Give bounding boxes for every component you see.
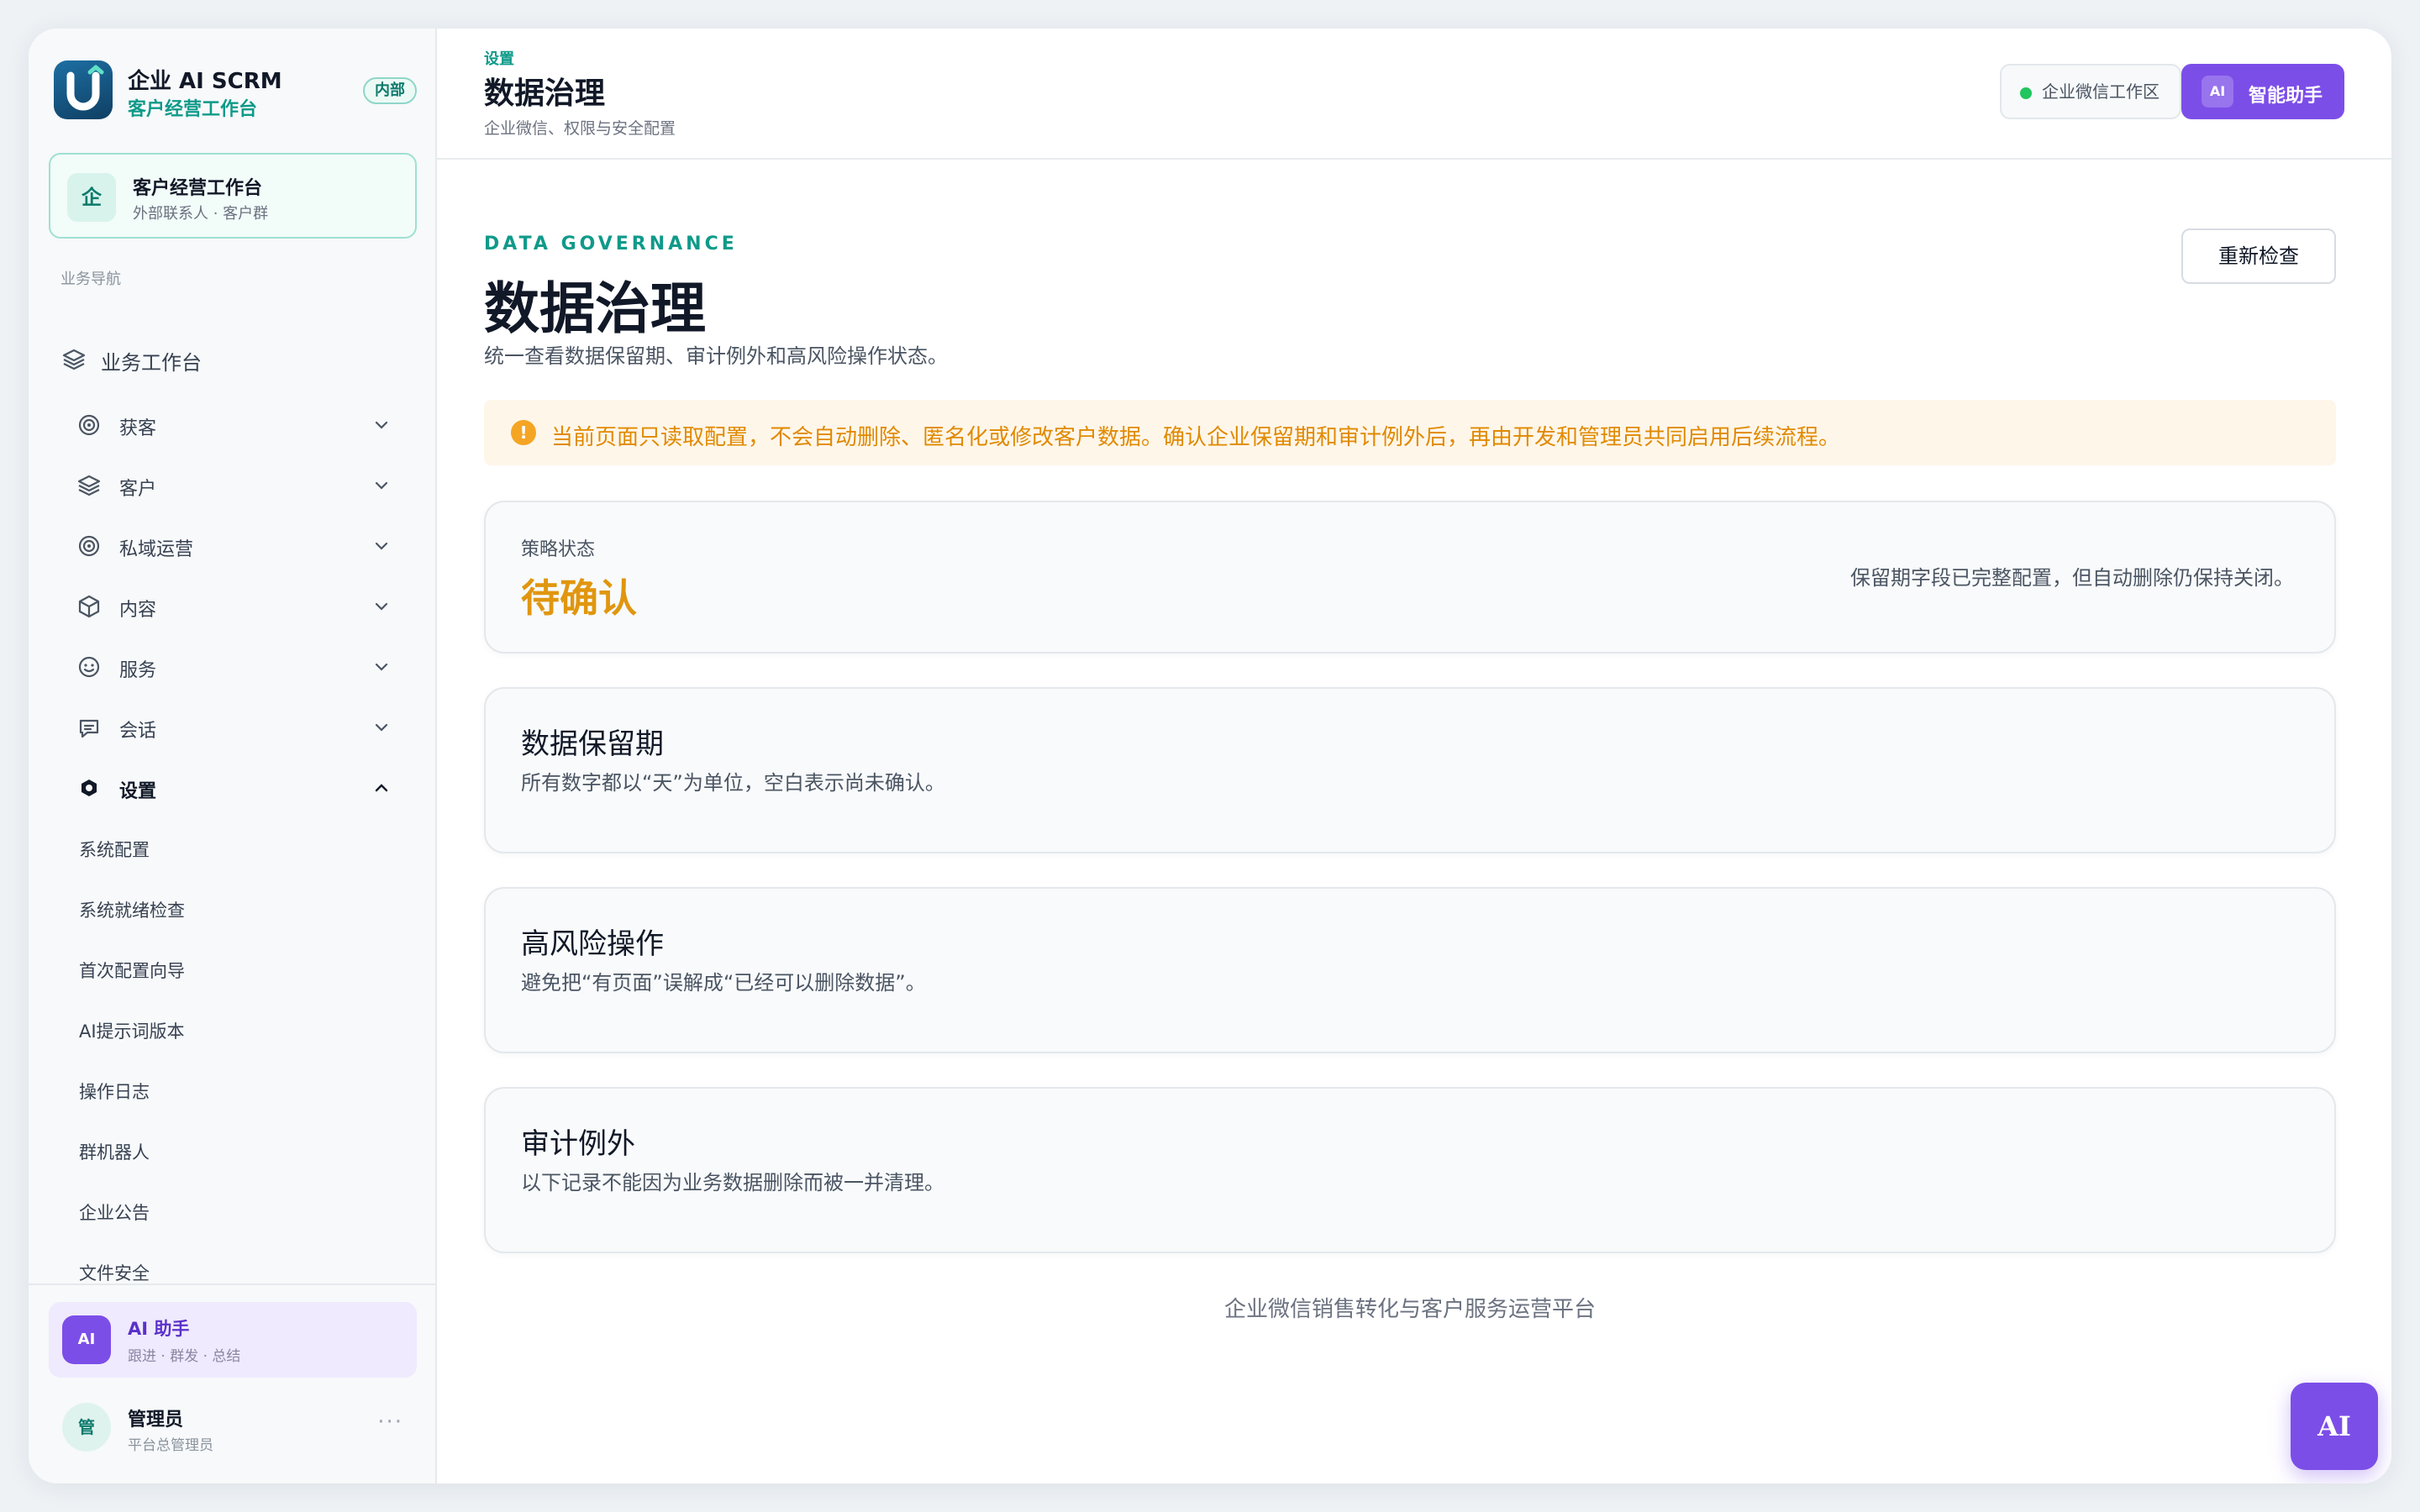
sidebar-item-workbench[interactable]: 业务工作台 xyxy=(60,336,417,383)
alert-text: 当前页面只读取配置，不会自动删除、匿名化或修改客户数据。确认企业保留期和审计例外… xyxy=(551,425,1841,450)
app-window: 企业 AI SCRM 客户经营工作台 内部 企 客户经营工作台 外部联系人 · … xyxy=(29,29,2391,1483)
section-title: 高风险操作 xyxy=(521,927,664,961)
sidebar-item-label: 获客 xyxy=(119,418,157,439)
target-icon xyxy=(78,535,100,557)
ai-card-title: AI 助手 xyxy=(128,1319,190,1339)
avatar: 管 xyxy=(62,1403,111,1452)
page-title: 数据治理 xyxy=(484,276,706,341)
recheck-button[interactable]: 重新检查 xyxy=(2181,228,2336,284)
layers-icon xyxy=(62,349,86,370)
sidebar-item-label: 客户 xyxy=(119,479,157,500)
brand-subtitle: 客户经营工作台 xyxy=(128,99,258,120)
chevron-down-icon xyxy=(375,723,388,732)
sidebar-subitem-file-security[interactable]: 文件安全 xyxy=(79,1260,150,1285)
section-description: 所有数字都以“天”为单位，空白表示尚未确认。 xyxy=(521,771,945,795)
high-risk-section-card: 高风险操作 避免把“有页面”误解成“已经可以删除数据”。 xyxy=(484,887,2336,1053)
breadcrumb[interactable]: 设置 xyxy=(484,47,514,69)
chevron-down-icon xyxy=(375,481,388,490)
section-description: 避免把“有页面”误解成“已经可以删除数据”。 xyxy=(521,971,926,995)
sidebar-subitem-readiness-check[interactable]: 系统就绪检查 xyxy=(79,897,185,922)
user-name: 管理员 xyxy=(128,1410,184,1431)
settings-icon xyxy=(82,780,97,796)
topbar: 设置 数据治理 企业微信、权限与安全配置 企业微信工作区 AI 智能助手 xyxy=(437,29,2391,160)
sidebar-item-service[interactable]: 服务 xyxy=(76,643,417,690)
section-description: 以下记录不能因为业务数据删除而被一并清理。 xyxy=(521,1171,944,1194)
warning-icon xyxy=(511,420,536,445)
box-icon xyxy=(78,595,100,618)
status-label: 策略状态 xyxy=(521,539,596,560)
sidebar-subitem-announcements[interactable]: 企业公告 xyxy=(79,1200,150,1225)
chevron-down-icon xyxy=(375,663,388,671)
workspace-subtitle: 外部联系人 · 客户群 xyxy=(133,205,269,223)
page-eyebrow: DATA GOVERNANCE xyxy=(484,234,738,255)
chat-icon xyxy=(79,719,99,738)
sidebar-subitem-system-config[interactable]: 系统配置 xyxy=(79,837,150,862)
section-title: 审计例外 xyxy=(521,1127,635,1161)
sidebar-item-acquisition[interactable]: 获客 xyxy=(76,402,417,449)
user-profile[interactable]: 管 管理员 平台总管理员 ··· xyxy=(49,1394,417,1462)
main-area: 设置 数据治理 企业微信、权限与安全配置 企业微信工作区 AI 智能助手 DAT… xyxy=(437,29,2391,1483)
sidebar-item-settings[interactable]: 设置 xyxy=(76,764,417,811)
internal-badge: 内部 xyxy=(363,77,417,104)
workspace-title: 客户经营工作台 xyxy=(133,178,263,199)
brand-logo-icon xyxy=(54,60,113,119)
brand[interactable]: 企业 AI SCRM 客户经营工作台 内部 xyxy=(54,60,417,121)
workspace-icon: 企 xyxy=(67,173,116,222)
audit-exception-section-card: 审计例外 以下记录不能因为业务数据删除而被一并清理。 xyxy=(484,1087,2336,1253)
sidebar-item-label: 会话 xyxy=(119,721,157,742)
sidebar-item-label: 业务工作台 xyxy=(101,351,202,375)
sidebar-subitem-group-bot[interactable]: 群机器人 xyxy=(79,1139,150,1164)
target-icon xyxy=(78,414,100,436)
sidebar-subitem-prompt-versions[interactable]: AI提示词版本 xyxy=(79,1018,185,1043)
chevron-down-icon xyxy=(375,602,388,611)
chevron-up-icon xyxy=(375,784,388,792)
floating-ai-button[interactable]: AI xyxy=(2291,1383,2378,1470)
status-badge: 待确认 xyxy=(521,575,637,621)
ai-avatar: AI xyxy=(62,1315,111,1364)
sidebar-item-content[interactable]: 内容 xyxy=(76,583,417,630)
chevron-down-icon xyxy=(375,421,388,429)
sidebar-item-label: 服务 xyxy=(119,660,157,681)
user-role: 平台总管理员 xyxy=(128,1437,213,1454)
sidebar-subitem-operation-log[interactable]: 操作日志 xyxy=(79,1079,150,1104)
sidebar-item-label: 内容 xyxy=(119,600,157,621)
topbar-subtitle: 企业微信、权限与安全配置 xyxy=(484,119,676,138)
sidebar: 企业 AI SCRM 客户经营工作台 内部 企 客户经营工作台 外部联系人 · … xyxy=(29,29,437,1483)
page-footer: 企业微信销售转化与客户服务运营平台 xyxy=(1223,1297,1596,1322)
sidebar-item-customers[interactable]: 客户 xyxy=(76,462,417,509)
online-status-dot xyxy=(2020,87,2032,99)
workspace-status-pill[interactable]: 企业微信工作区 xyxy=(2000,64,2181,119)
smart-assistant-button[interactable]: AI 智能助手 xyxy=(2181,64,2344,119)
nav-section-label: 业务导航 xyxy=(60,270,121,288)
page-description: 统一查看数据保留期、审计例外和高风险操作状态。 xyxy=(484,344,948,368)
sidebar-divider xyxy=(29,1284,435,1285)
sidebar-subitem-setup-wizard[interactable]: 首次配置向导 xyxy=(79,958,185,983)
section-title: 数据保留期 xyxy=(521,727,664,761)
sidebar-item-label: 私域运营 xyxy=(119,539,194,560)
sidebar-item-label: 设置 xyxy=(119,781,157,802)
sidebar-item-private-ops[interactable]: 私域运营 xyxy=(76,522,417,570)
brand-name: 企业 AI SCRM xyxy=(128,69,282,94)
sidebar-item-conversations[interactable]: 会话 xyxy=(76,704,417,751)
more-options-icon[interactable]: ··· xyxy=(377,1410,403,1435)
status-note: 保留期字段已完整配置，但自动删除仍保持关闭。 xyxy=(1850,566,2294,590)
topbar-title: 数据治理 xyxy=(484,76,606,111)
workspace-switcher[interactable]: 企 客户经营工作台 外部联系人 · 客户群 xyxy=(49,153,417,239)
readonly-alert: 当前页面只读取配置，不会自动删除、匿名化或修改客户数据。确认企业保留期和审计例外… xyxy=(484,400,2336,465)
smile-icon xyxy=(78,656,100,678)
retention-section-card: 数据保留期 所有数字都以“天”为单位，空白表示尚未确认。 xyxy=(484,687,2336,853)
assistant-button-label: 智能助手 xyxy=(2249,86,2323,107)
ai-tag-icon: AI xyxy=(2202,76,2233,108)
workspace-pill-label: 企业微信工作区 xyxy=(2042,81,2160,102)
layers-icon xyxy=(77,475,101,496)
ai-card-subtitle: 跟进 · 群发 · 总结 xyxy=(128,1348,241,1365)
ai-assistant-card[interactable]: AI AI 助手 跟进 · 群发 · 总结 xyxy=(49,1302,417,1378)
policy-status-card: 策略状态 待确认 保留期字段已完整配置，但自动删除仍保持关闭。 xyxy=(484,501,2336,654)
chevron-down-icon xyxy=(375,542,388,550)
